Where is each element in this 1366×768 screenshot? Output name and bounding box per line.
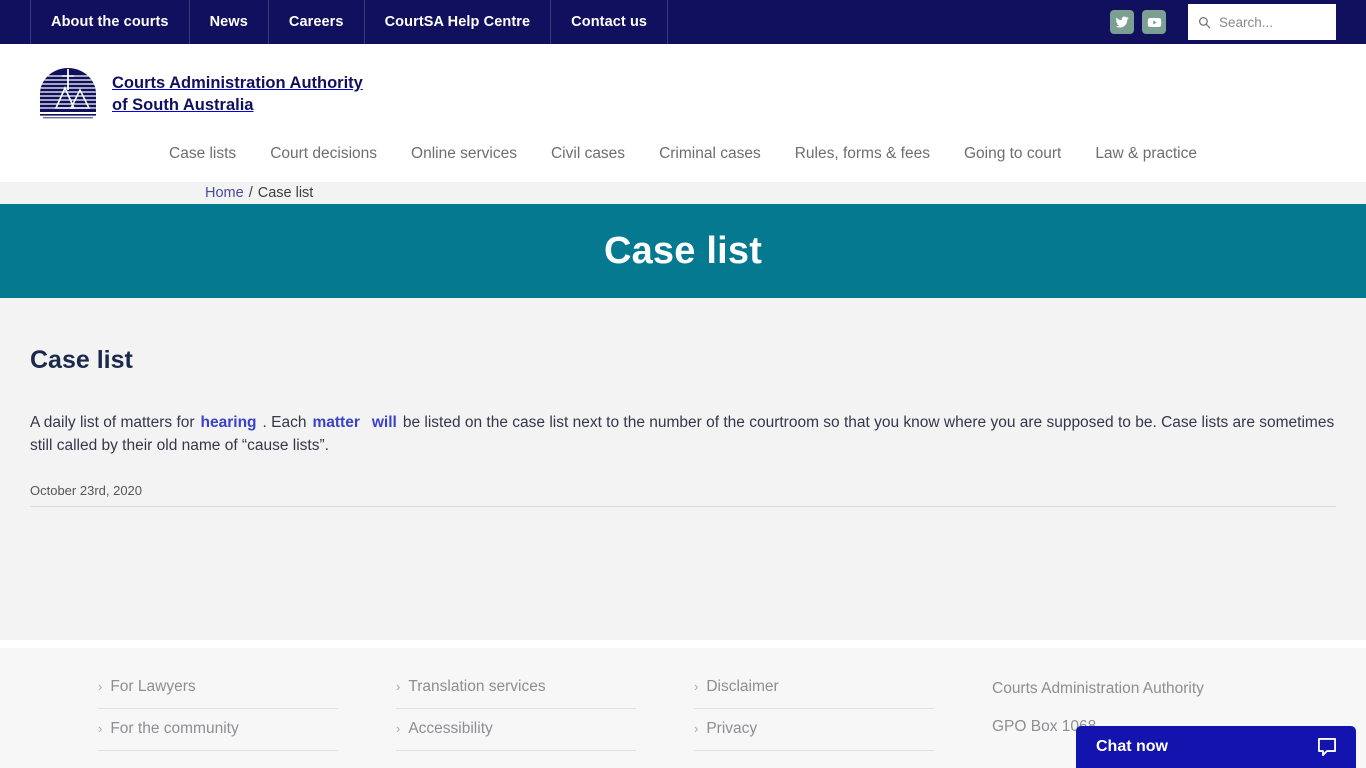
published-date: October 23rd, 2020: [30, 483, 1336, 507]
chat-widget[interactable]: Chat now: [1076, 726, 1356, 768]
chevron-right-icon: ›: [98, 679, 103, 694]
footer-link-disclaimer[interactable]: › Disclaimer: [694, 678, 779, 696]
utility-nav: About the courts News Careers CourtSA He…: [30, 0, 669, 44]
utility-link-about-the-courts[interactable]: About the courts: [30, 0, 190, 44]
footer-divider: [0, 640, 1366, 648]
footer-link-label: Accessibility: [408, 720, 493, 737]
breadcrumb-home[interactable]: Home: [205, 185, 244, 201]
nav-item-case-lists[interactable]: Case lists: [152, 144, 253, 164]
breadcrumb-current: Case list: [257, 185, 314, 201]
page-title: Case list: [603, 229, 763, 272]
search-icon: [1199, 16, 1211, 28]
nav-item-court-decisions[interactable]: Court decisions: [253, 144, 394, 164]
site-logo[interactable]: Courts Administration Authority of South…: [38, 66, 363, 122]
footer-link-for-the-community[interactable]: › For the community: [98, 720, 239, 738]
search-input[interactable]: [1219, 14, 1326, 30]
chevron-right-icon: ›: [694, 721, 699, 736]
chevron-right-icon: ›: [396, 679, 401, 694]
footer-column-3: › Disclaimer › Privacy: [694, 678, 934, 768]
footer-link-row: › Accessibility: [396, 720, 636, 751]
link-hearing[interactable]: hearing: [201, 414, 257, 431]
utility-bar: About the courts News Careers CourtSA He…: [0, 0, 1366, 44]
content-paragraph: A daily list of matters for hearing . Each…: [30, 411, 1336, 457]
paragraph-text-2: . Each: [262, 414, 307, 431]
chevron-right-icon: ›: [98, 721, 103, 736]
footer-link-label: Translation services: [408, 678, 546, 695]
main-navigation: Case lists Court decisions Online servic…: [0, 144, 1366, 182]
nav-item-civil-cases[interactable]: Civil cases: [534, 144, 642, 164]
nav-item-going-to-court[interactable]: Going to court: [947, 144, 1078, 164]
nav-item-online-services[interactable]: Online services: [394, 144, 534, 164]
paragraph-text-1: A daily list of matters for: [30, 414, 195, 431]
utility-link-careers[interactable]: Careers: [269, 0, 365, 44]
breadcrumb-separator: /: [248, 185, 253, 201]
link-will[interactable]: will: [372, 414, 397, 431]
footer-link-accessibility[interactable]: › Accessibility: [396, 720, 493, 738]
content-heading: Case list: [30, 346, 133, 374]
search-box[interactable]: [1188, 4, 1336, 40]
footer-link-privacy[interactable]: › Privacy: [694, 720, 757, 738]
footer-link-label: Privacy: [706, 720, 758, 737]
footer-link-row: › For Lawyers: [98, 678, 338, 709]
utility-link-news[interactable]: News: [190, 0, 269, 44]
page-body: Case list A daily list of matters for hea…: [0, 298, 1366, 640]
footer-link-for-lawyers[interactable]: › For Lawyers: [98, 678, 196, 696]
link-matter[interactable]: matter: [312, 414, 359, 431]
footer-link-label: For Lawyers: [110, 678, 196, 695]
utility-link-contact-us[interactable]: Contact us: [551, 0, 669, 44]
chevron-right-icon: ›: [396, 721, 401, 736]
nav-item-criminal-cases[interactable]: Criminal cases: [642, 144, 778, 164]
breadcrumb: Home / Case list: [0, 182, 1366, 204]
footer-link-row: › Translation services: [396, 678, 636, 709]
nav-item-law-practice[interactable]: Law & practice: [1078, 144, 1214, 164]
chat-bubble-icon[interactable]: [1316, 736, 1338, 758]
footer-column-1: › For Lawyers › For the community: [98, 678, 338, 768]
utility-link-courtsa-help-centre[interactable]: CourtSA Help Centre: [365, 0, 552, 44]
chat-now-label: Chat now: [1096, 738, 1168, 755]
footer-address-org: Courts Administration Authority: [992, 680, 1204, 697]
brand-name: Courts Administration Authority of South…: [112, 73, 363, 114]
social-links: [1110, 10, 1166, 34]
hero-banner: Case list: [0, 204, 1366, 298]
footer-link-label: For the community: [110, 720, 239, 737]
chevron-right-icon: ›: [694, 679, 699, 694]
footer-link-translation-services[interactable]: › Translation services: [396, 678, 546, 696]
youtube-icon[interactable]: [1142, 10, 1166, 34]
courts-emblem-icon: [40, 68, 96, 119]
footer-link-row: › For the community: [98, 720, 338, 751]
footer-link-row: › Disclaimer: [694, 678, 934, 709]
footer-column-2: › Translation services › Accessibility: [396, 678, 636, 768]
twitter-icon[interactable]: [1110, 10, 1134, 34]
nav-item-rules-forms-fees[interactable]: Rules, forms & fees: [778, 144, 947, 164]
footer-link-label: Disclaimer: [706, 678, 779, 695]
masthead: Courts Administration Authority of South…: [0, 44, 1366, 144]
utility-bar-right: [1110, 0, 1366, 44]
footer-link-row: › Privacy: [694, 720, 934, 751]
